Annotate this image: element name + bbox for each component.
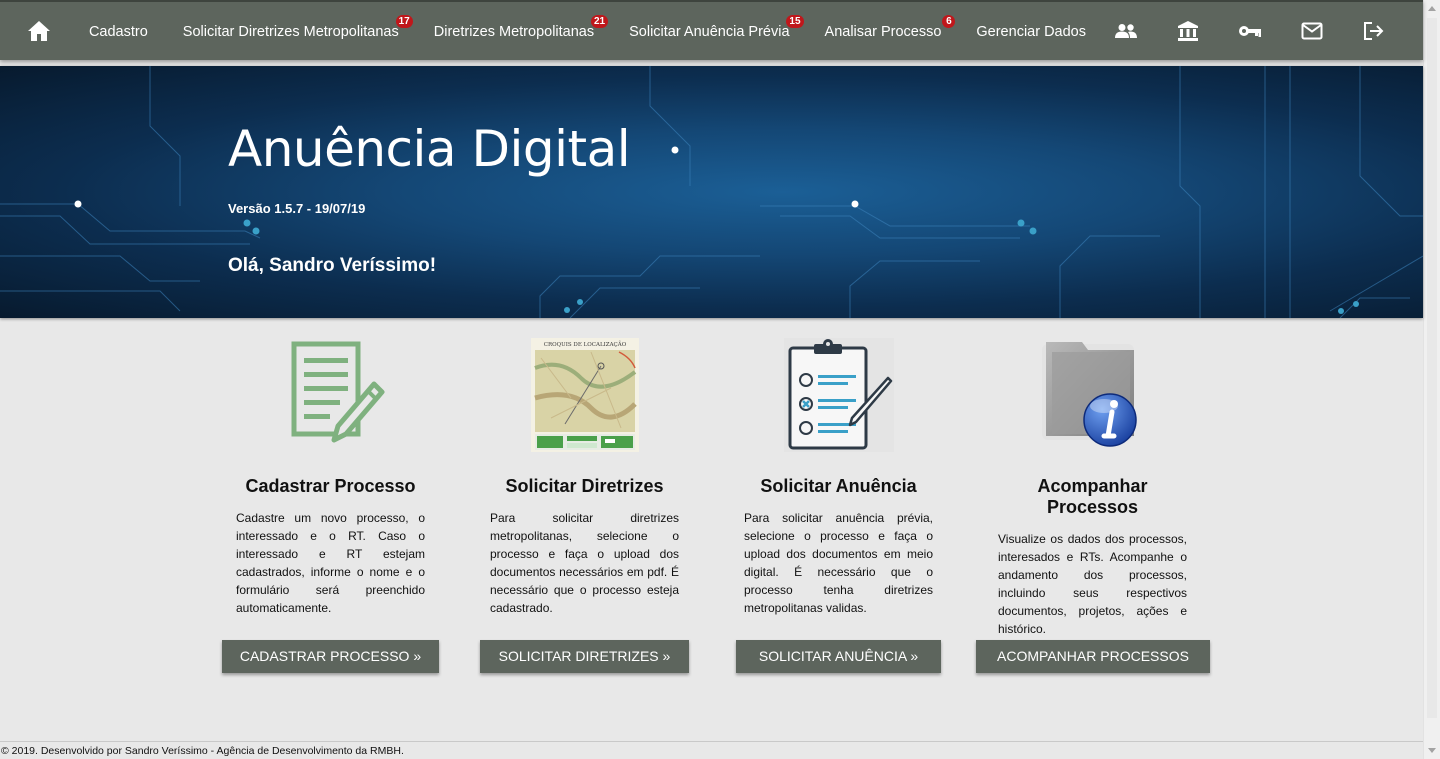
nav-item-cadastro[interactable]: Cadastro [89,22,148,40]
card-title: Cadastrar Processo [245,476,416,496]
document-edit-icon [276,338,386,452]
nav-item-label: Diretrizes Metropolitanas [433,24,595,40]
nav-item-solicitar-anuencia[interactable]: Solicitar Anuência Prévia 15 [629,15,804,40]
count-badge: 6 [942,15,956,28]
card-solicitar-diretrizes: CROQUIS DE LOCALIZAÇÃO Solicitar Diretri… [480,338,689,673]
card-description: Para solicitar anuência prévia, selecion… [744,511,933,615]
bank-icon[interactable] [1175,18,1201,44]
nav-item-label: Analisar Processo [824,24,942,40]
nav-item-solicitar-diretrizes[interactable]: Solicitar Diretrizes Metropolitanas 17 [182,15,413,40]
card-title: Solicitar Anuência [760,476,917,496]
vertical-scrollbar[interactable] [1423,0,1440,759]
top-navbar: Cadastro Solicitar Diretrizes Metropolit… [0,0,1423,60]
nav-item-label: Solicitar Anuência Prévia [629,24,790,40]
nav-item-label: Solicitar Diretrizes Metropolitanas [182,24,399,40]
nav-item-gerenciar-dados[interactable]: Gerenciar Dados [976,22,1086,40]
version-label: Versão 1.5.7 - 19/07/19 [228,201,366,216]
card-description: Cadastre um novo processo, o interessado… [236,511,425,615]
solicitar-anuencia-button[interactable]: SOLICITAR ANUÊNCIA » [736,640,941,673]
nav-item-diretrizes-metropolitanas[interactable]: Diretrizes Metropolitanas 21 [433,15,609,40]
croquis-caption: CROQUIS DE LOCALIZAÇÃO [543,340,626,348]
card-solicitar-anuencia: Solicitar Anuência Para solicitar anuênc… [736,338,941,673]
cadastrar-processo-button[interactable]: CADASTRAR PROCESSO » [222,640,439,673]
acompanhar-processos-button[interactable]: ACOMPANHAR PROCESSOS [976,640,1210,673]
card-cadastrar-processo: Cadastrar Processo Cadastre um novo proc… [222,338,439,673]
nav-item-label: Cadastro [88,24,148,40]
scroll-up-arrow-icon[interactable] [1428,6,1436,11]
circuit-background-illustration [0,66,1423,318]
count-badge: 21 [591,15,609,28]
footer-text: © 2019. Desenvolvido por Sandro Veríssim… [1,745,404,757]
clipboard-checklist-icon [783,338,894,452]
key-icon[interactable] [1237,18,1263,44]
logout-icon[interactable] [1361,18,1387,44]
footer: © 2019. Desenvolvido por Sandro Veríssim… [0,741,1423,759]
scrollbar-thumb[interactable] [1427,18,1437,718]
folder-info-icon [1038,338,1148,452]
solicitar-diretrizes-button[interactable]: SOLICITAR DIRETRIZES » [480,640,689,673]
count-badge: 15 [786,15,804,28]
card-description: Visualize os dados dos processos, intere… [998,532,1187,636]
home-icon [28,21,51,41]
hero-banner: Anuência Digital Versão 1.5.7 - 19/07/19… [0,66,1423,318]
mail-icon[interactable] [1299,18,1325,44]
map-croquis-icon: CROQUIS DE LOCALIZAÇÃO [530,338,639,452]
nav-item-analisar-processo[interactable]: Analisar Processo 6 [824,15,956,40]
home-button[interactable] [26,17,53,45]
card-description: Para solicitar diretrizes metropolitanas… [490,511,679,615]
greeting-text: Olá, Sandro Veríssimo! [228,255,437,276]
card-title: Acompanhar Processos [1037,476,1148,517]
card-title: Solicitar Diretrizes [505,476,664,496]
page-title: Anuência Digital [228,120,631,178]
scroll-down-arrow-icon[interactable] [1428,748,1436,753]
count-badge: 17 [395,15,413,28]
card-acompanhar-processos: Acompanhar Processos Visualize os dados … [976,338,1210,673]
users-icon[interactable] [1113,18,1139,44]
nav-item-label: Gerenciar Dados [976,24,1086,40]
